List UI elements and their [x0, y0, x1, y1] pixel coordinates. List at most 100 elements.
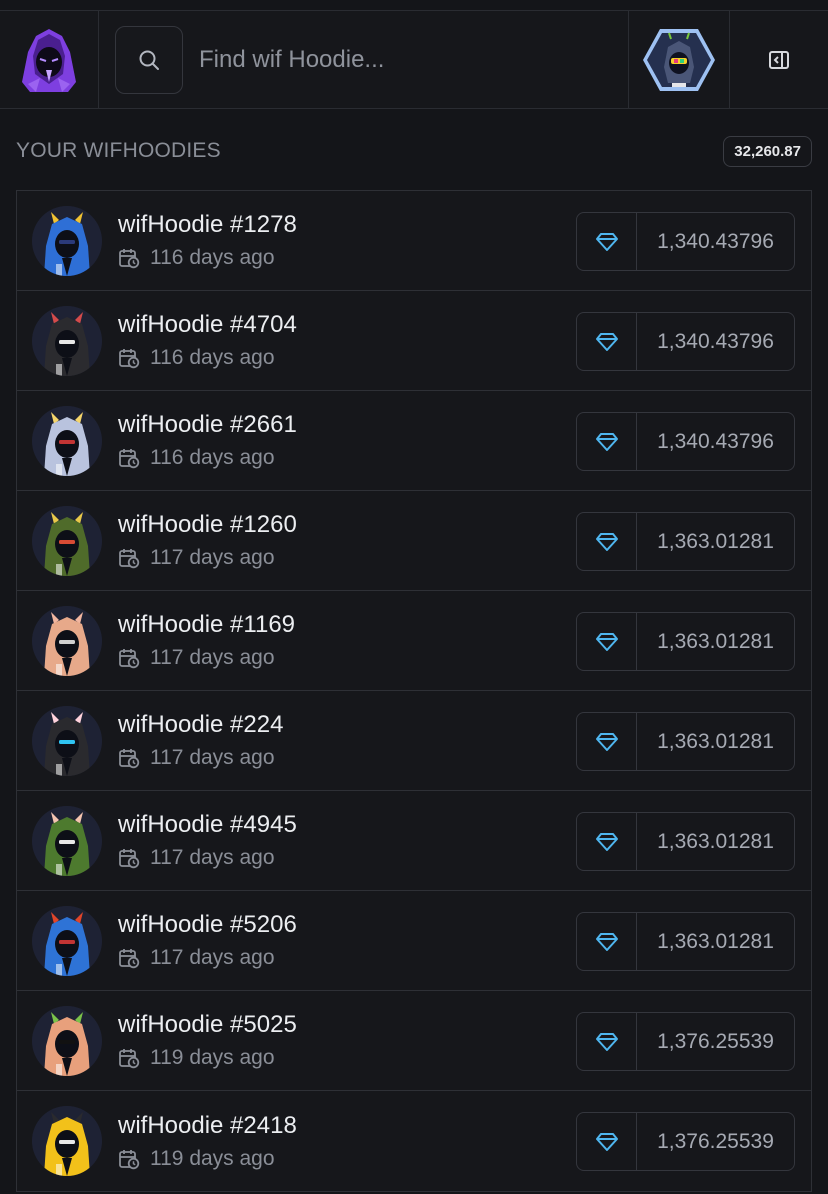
list-item[interactable]: wifHoodie #2418 119 days ago 1,376.25539 — [17, 1091, 811, 1191]
nft-avatar — [32, 305, 102, 376]
list-item[interactable]: wifHoodie #1278 116 days ago 1,340.43796 — [17, 191, 811, 291]
item-date: 117 days ago — [118, 646, 295, 670]
logo[interactable] — [0, 11, 99, 108]
diamond-icon-cell — [577, 613, 637, 670]
diamond-icon — [595, 532, 618, 551]
calendar-clock-icon — [119, 1149, 140, 1169]
diamond-icon-cell — [577, 413, 637, 470]
diamond-icon — [595, 1032, 618, 1051]
search-input[interactable] — [199, 29, 628, 90]
nft-avatar — [32, 205, 102, 276]
diamond-icon-cell — [577, 513, 637, 570]
diamond-icon-cell — [577, 1113, 637, 1170]
section-header: YOUR WIFHOODIES 32,260.87 — [16, 134, 812, 168]
list-item[interactable]: wifHoodie #5025 119 days ago 1,376.25539 — [17, 991, 811, 1091]
item-value: 1,363.01281 — [657, 929, 774, 953]
nft-avatar — [32, 905, 102, 976]
item-date-text: 117 days ago — [150, 846, 275, 869]
item-name: wifHoodie #1169 — [118, 611, 296, 638]
nft-avatar — [32, 1106, 102, 1176]
diamond-icon — [595, 332, 618, 351]
calendar-clock-icon — [119, 449, 140, 469]
list-item[interactable]: wifHoodie #4945 117 days ago 1,363.01281 — [17, 791, 811, 891]
item-date: 117 days ago — [118, 546, 297, 570]
sidebar-collapse-button[interactable] — [729, 11, 828, 108]
diamond-icon — [595, 632, 618, 651]
list-item[interactable]: wifHoodie #5206 117 days ago 1,363.01281 — [17, 891, 811, 991]
diamond-icon — [595, 932, 618, 951]
diamond-icon-cell — [577, 1013, 637, 1070]
item-name: wifHoodie #2661 — [118, 411, 297, 438]
item-name: wifHoodie #1278 — [118, 211, 297, 238]
diamond-icon — [595, 1132, 618, 1151]
item-date: 116 days ago — [118, 346, 297, 370]
diamond-icon-cell — [577, 313, 637, 370]
value-box[interactable]: 1,340.43796 — [576, 412, 795, 471]
hooded-figure-logo-icon — [22, 28, 76, 92]
calendar-clock-icon — [119, 349, 140, 369]
sidebar-collapse-icon — [769, 50, 789, 69]
calendar-clock-icon — [119, 1049, 140, 1069]
list-item[interactable]: wifHoodie #2661 116 days ago 1,340.43796 — [17, 391, 811, 491]
item-date-text: 117 days ago — [150, 946, 275, 969]
item-name: wifHoodie #5025 — [118, 1011, 297, 1038]
item-date: 117 days ago — [118, 946, 297, 970]
calendar-clock-icon — [119, 549, 140, 569]
list-item[interactable]: wifHoodie #224 117 days ago 1,363.01281 — [17, 691, 811, 791]
value-box[interactable]: 1,363.01281 — [576, 712, 795, 771]
hoodie-avatar-icon — [643, 28, 715, 91]
list-item[interactable]: wifHoodie #1169 117 days ago 1,363.01281 — [17, 591, 811, 691]
diamond-icon — [595, 232, 618, 251]
calendar-clock-icon — [119, 249, 140, 269]
item-value: 1,340.43796 — [657, 229, 774, 253]
value-box[interactable]: 1,363.01281 — [576, 512, 795, 571]
item-name: wifHoodie #1260 — [118, 511, 297, 538]
item-value: 1,363.01281 — [657, 829, 774, 853]
item-date: 116 days ago — [118, 446, 297, 470]
item-name: wifHoodie #4945 — [118, 811, 297, 838]
item-value: 1,376.25539 — [657, 1129, 774, 1153]
item-date: 119 days ago — [118, 1147, 297, 1171]
item-name: wifHoodie #224 — [118, 711, 284, 738]
calendar-clock-icon — [119, 649, 140, 669]
nft-avatar — [32, 805, 102, 876]
item-value: 1,363.01281 — [657, 529, 774, 553]
calendar-clock-icon — [119, 749, 140, 769]
item-date-text: 116 days ago — [150, 346, 275, 369]
user-avatar-button[interactable] — [628, 11, 729, 108]
item-value: 1,363.01281 — [657, 629, 774, 653]
diamond-icon — [595, 432, 618, 451]
value-box[interactable]: 1,340.43796 — [576, 212, 795, 271]
item-value: 1,340.43796 — [657, 329, 774, 353]
item-date-text: 117 days ago — [150, 746, 275, 769]
item-date: 117 days ago — [118, 846, 297, 870]
nft-avatar — [32, 605, 102, 676]
section-title: YOUR WIFHOODIES — [16, 139, 221, 162]
item-date: 119 days ago — [118, 1046, 297, 1070]
value-box[interactable]: 1,363.01281 — [576, 912, 795, 971]
nft-avatar — [32, 1005, 102, 1076]
diamond-icon-cell — [577, 213, 637, 270]
search-button[interactable] — [115, 25, 183, 94]
top-bar — [0, 10, 828, 109]
diamond-icon-cell — [577, 713, 637, 770]
value-box[interactable]: 1,363.01281 — [576, 812, 795, 871]
nft-avatar — [32, 705, 102, 776]
item-date-text: 116 days ago — [150, 246, 275, 269]
calendar-clock-icon — [119, 949, 140, 969]
item-date-text: 117 days ago — [150, 646, 275, 669]
value-box[interactable]: 1,376.25539 — [576, 1012, 795, 1071]
item-date-text: 119 days ago — [150, 1046, 275, 1069]
value-box[interactable]: 1,340.43796 — [576, 312, 795, 371]
diamond-icon — [595, 832, 618, 851]
nft-avatar — [32, 505, 102, 576]
value-box[interactable]: 1,376.25539 — [576, 1112, 795, 1171]
item-value: 1,363.01281 — [657, 729, 774, 753]
value-box[interactable]: 1,363.01281 — [576, 612, 795, 671]
diamond-icon-cell — [577, 913, 637, 970]
hoodie-list: wifHoodie #1278 116 days ago 1,340.43796… — [16, 190, 812, 1192]
diamond-icon — [595, 732, 618, 751]
list-item[interactable]: wifHoodie #4704 116 days ago 1,340.43796 — [17, 291, 811, 391]
list-item[interactable]: wifHoodie #1260 117 days ago 1,363.01281 — [17, 491, 811, 591]
search-icon — [139, 50, 159, 70]
